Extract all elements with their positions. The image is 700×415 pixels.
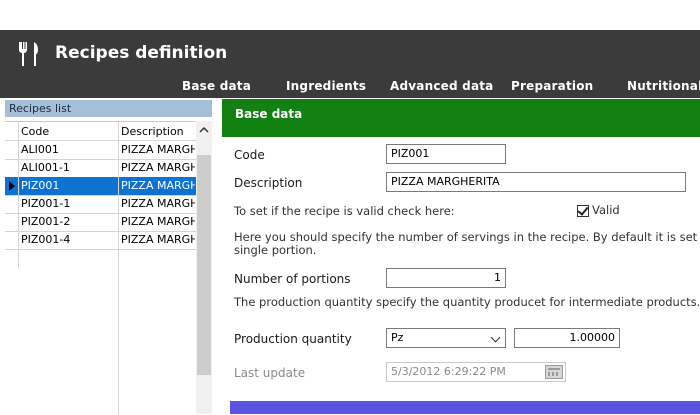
row-header-divider bbox=[18, 122, 19, 269]
top-strip bbox=[0, 0, 700, 30]
tab-advanced-data[interactable]: Advanced data bbox=[390, 79, 493, 93]
cell-description: PIZZA MARGHERITA bbox=[121, 179, 195, 192]
chevron-down-icon bbox=[490, 332, 501, 343]
tab-ingredients[interactable]: Ingredients bbox=[286, 79, 366, 93]
production-quantity-field[interactable]: 1.00000 bbox=[514, 328, 620, 348]
cell-code: PIZ001-1 bbox=[21, 197, 71, 210]
valid-hint: To set if the recipe is valid check here… bbox=[234, 204, 455, 218]
list-scrollbar[interactable] bbox=[196, 121, 212, 414]
page-title: Recipes definition bbox=[55, 43, 228, 63]
section-title: Base data bbox=[235, 107, 303, 121]
valid-checkbox[interactable] bbox=[577, 204, 589, 217]
column-divider bbox=[118, 122, 119, 415]
tab-nutritional[interactable]: Nutritional bbox=[627, 79, 700, 93]
column-header-code[interactable]: Code bbox=[21, 125, 49, 138]
column-header-description[interactable]: Description bbox=[121, 125, 184, 138]
chevron-up-icon bbox=[199, 126, 209, 133]
code-field[interactable]: PIZ001 bbox=[386, 144, 506, 164]
last-update-label: Last update bbox=[234, 366, 306, 380]
tab-preparation[interactable]: Preparation bbox=[511, 79, 593, 93]
row-pointer-icon bbox=[9, 181, 15, 191]
production-hint: The production quantity specify the quan… bbox=[234, 295, 700, 309]
valid-label: Valid bbox=[592, 203, 620, 217]
cell-description: PIZZA MARGHERITA bbox=[121, 233, 195, 246]
cell-code: ALI001-1 bbox=[21, 161, 70, 174]
description-field[interactable]: PIZZA MARGHERITA bbox=[386, 172, 686, 192]
check-icon bbox=[577, 204, 589, 216]
table-row[interactable]: ALI001-1 PIZZA MARGHERITA bbox=[5, 159, 196, 178]
production-quantity-label: Production quantity bbox=[234, 332, 352, 346]
tab-bar: Base data Ingredients Advanced data Prep… bbox=[0, 79, 700, 95]
cell-description: PIZZA MARGHERITA bbox=[121, 215, 195, 228]
footer-bar bbox=[230, 401, 700, 414]
base-data-panel: Base data Code PIZ001 Description PIZZA … bbox=[222, 99, 700, 414]
table-row[interactable]: PIZ001-1 PIZZA MARGHERITA bbox=[5, 195, 196, 214]
cell-code: ALI001 bbox=[21, 143, 59, 156]
grid-header: Code Description bbox=[5, 122, 196, 141]
cell-description: PIZZA MARGHERITA bbox=[121, 161, 195, 174]
portions-field[interactable]: 1 bbox=[386, 268, 506, 288]
unit-select[interactable]: Pz bbox=[386, 328, 506, 348]
last-update-field: 5/3/2012 6:29:22 PM bbox=[386, 362, 566, 382]
fork-knife-icon bbox=[19, 42, 38, 66]
cell-code: PIZ001-2 bbox=[21, 215, 71, 228]
cell-code: PIZ001 bbox=[21, 179, 60, 192]
cell-description: PIZZA MARGHERITA bbox=[121, 197, 195, 210]
unit-select-value: Pz bbox=[391, 331, 404, 344]
code-label: Code bbox=[234, 148, 265, 162]
portions-label: Number of portions bbox=[234, 272, 351, 286]
cell-code: PIZ001-4 bbox=[21, 233, 71, 246]
table-row[interactable]: PIZ001-2 PIZZA MARGHERITA bbox=[5, 213, 196, 232]
cell-description: PIZZA MARGHERITA bbox=[121, 143, 195, 156]
section-header: Base data bbox=[222, 99, 700, 137]
calendar-icon[interactable] bbox=[545, 365, 563, 379]
last-update-value: 5/3/2012 6:29:22 PM bbox=[391, 365, 506, 378]
table-row-selected[interactable]: PIZ001 PIZZA MARGHERITA bbox=[5, 177, 196, 196]
servings-hint-line-2: single portion. bbox=[234, 243, 317, 257]
recipes-grid: Code Description ALI001 PIZZA MARGHERITA… bbox=[5, 121, 196, 415]
scroll-up-button[interactable] bbox=[196, 121, 212, 139]
tab-base-data[interactable]: Base data bbox=[182, 79, 251, 93]
scrollbar-thumb[interactable] bbox=[197, 155, 211, 375]
recipes-list-title: Recipes list bbox=[5, 100, 212, 117]
app-header: Recipes definition Base data Ingredients… bbox=[0, 30, 700, 98]
recipes-list-panel: Recipes list Code Description ALI001 PIZ… bbox=[5, 100, 212, 415]
table-row[interactable]: PIZ001-4 PIZZA MARGHERITA bbox=[5, 231, 196, 250]
table-row[interactable]: ALI001 PIZZA MARGHERITA bbox=[5, 141, 196, 160]
description-label: Description bbox=[234, 176, 303, 190]
